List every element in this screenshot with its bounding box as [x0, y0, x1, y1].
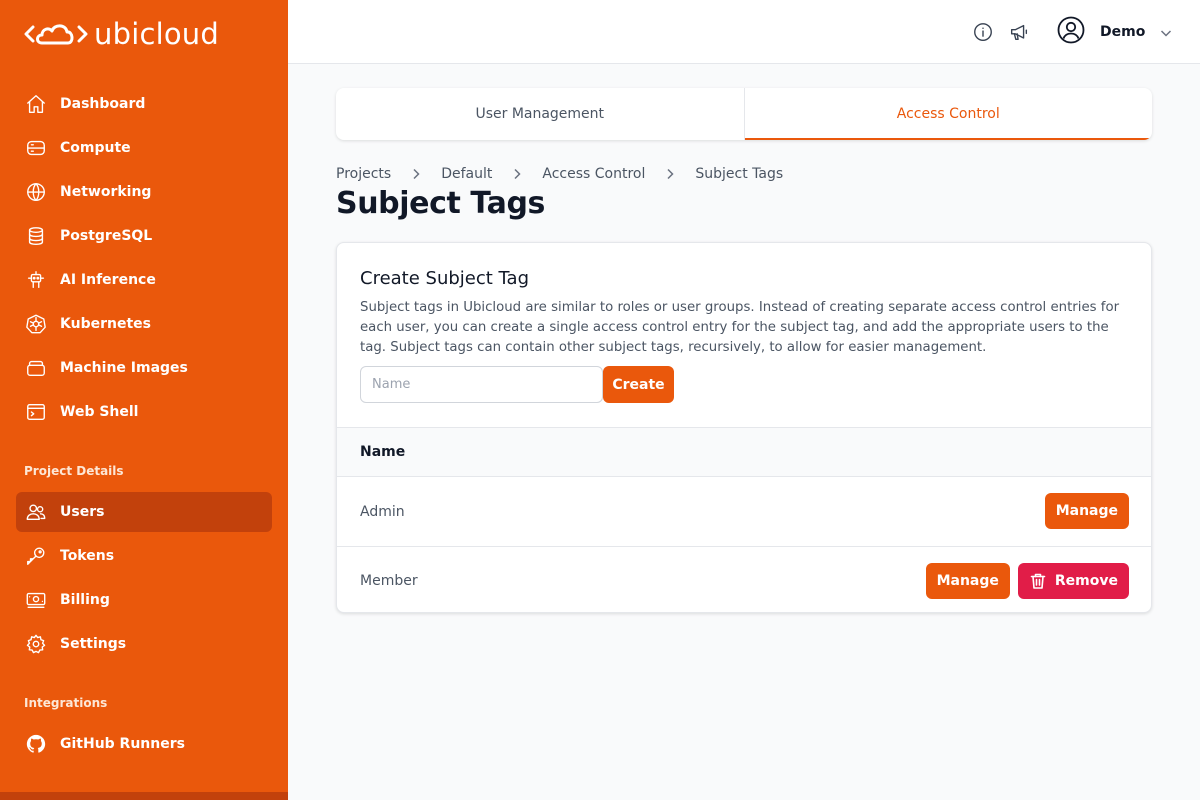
- section-label-project-details: Project Details: [24, 464, 124, 478]
- server-icon: [24, 136, 48, 160]
- tab-access-control[interactable]: Access Control: [743, 88, 1153, 140]
- stack-icon: [24, 356, 48, 380]
- sidebar-item-machine-images[interactable]: Machine Images: [16, 348, 272, 388]
- subject-tags-card: Create Subject Tag Subject tags in Ubicl…: [336, 242, 1152, 613]
- ubicloud-logo[interactable]: ubicloud: [24, 14, 219, 54]
- table-header-name: Name: [337, 427, 1151, 477]
- breadcrumb-subject-tags[interactable]: Subject Tags: [695, 166, 783, 182]
- github-icon: [24, 732, 48, 756]
- sidebar-item-billing[interactable]: Billing: [16, 580, 272, 620]
- user-circle-icon: [1056, 15, 1086, 49]
- sidebar-item-label: Tokens: [60, 548, 115, 564]
- sidebar-item-networking[interactable]: Networking: [16, 172, 272, 212]
- tag-name: Member: [360, 573, 418, 589]
- sidebar-item-tokens[interactable]: Tokens: [16, 536, 272, 576]
- sidebar-item-label: Compute: [60, 140, 131, 156]
- user-menu[interactable]: Demo: [1056, 16, 1173, 48]
- sidebar-item-label: Dashboard: [60, 96, 146, 112]
- sidebar-item-users[interactable]: Users: [16, 492, 272, 532]
- terminal-icon: [24, 400, 48, 424]
- top-bar: Demo: [288, 0, 1200, 64]
- users-icon: [24, 500, 48, 524]
- sidebar-item-label: Billing: [60, 592, 110, 608]
- create-section-description: Subject tags in Ubicloud are similar to …: [360, 300, 1120, 355]
- sidebar-item-compute[interactable]: Compute: [16, 128, 272, 168]
- sidebar-item-dashboard[interactable]: Dashboard: [16, 84, 272, 124]
- tag-name: Admin: [360, 503, 405, 520]
- create-button[interactable]: Create: [603, 366, 674, 403]
- tag-name-input[interactable]: [360, 366, 603, 403]
- sidebar-item-label: AI Inference: [60, 272, 156, 288]
- database-icon: [24, 224, 48, 248]
- sidebar-item-label: PostgreSQL: [60, 228, 153, 244]
- sidebar-item-label: Web Shell: [60, 404, 139, 420]
- sidebar-item-label: Settings: [60, 636, 127, 652]
- remove-label: Remove: [1054, 573, 1118, 589]
- breadcrumb: Projects Default Access Control Subject …: [336, 163, 783, 185]
- info-icon[interactable]: [971, 20, 995, 44]
- sidebar-item-settings[interactable]: Settings: [16, 624, 272, 664]
- gear-icon: [24, 632, 48, 656]
- breadcrumb-default[interactable]: Default: [441, 166, 492, 182]
- create-section-title: Create Subject Tag: [360, 268, 530, 289]
- manage-button[interactable]: Manage: [925, 563, 1010, 599]
- banknote-icon: [24, 588, 48, 612]
- row-actions: Manage: [1044, 493, 1129, 529]
- section-label-integrations: Integrations: [24, 696, 108, 710]
- sidebar-item-label: Networking: [60, 184, 152, 200]
- sidebar-item-github-runners[interactable]: GitHub Runners: [16, 724, 272, 764]
- robot-icon: [24, 268, 48, 292]
- sidebar-footer-strip: [0, 792, 288, 800]
- chevron-right-icon: [409, 167, 423, 181]
- sidebar-item-label: Machine Images: [60, 360, 188, 376]
- tab-user-management[interactable]: User Management: [336, 88, 744, 140]
- table-row: Admin Manage: [337, 477, 1151, 546]
- chevron-right-icon: [663, 167, 677, 181]
- sidebar-item-postgresql[interactable]: PostgreSQL: [16, 216, 272, 256]
- breadcrumb-access-control[interactable]: Access Control: [542, 166, 645, 182]
- sidebar-item-web-shell[interactable]: Web Shell: [16, 392, 272, 432]
- megaphone-icon[interactable]: [1007, 20, 1031, 44]
- sidebar-item-label: Users: [60, 504, 105, 520]
- user-name: Demo: [1100, 24, 1146, 40]
- chevron-down-icon: [1159, 25, 1173, 39]
- key-icon: [24, 544, 48, 568]
- globe-icon: [24, 180, 48, 204]
- sidebar-item-ai-inference[interactable]: AI Inference: [16, 260, 272, 300]
- remove-button[interactable]: Remove: [1017, 563, 1129, 599]
- sidebar-item-kubernetes[interactable]: Kubernetes: [16, 304, 272, 344]
- manage-button[interactable]: Manage: [1044, 493, 1129, 529]
- sidebar: ubicloud Dashboard Compute Networking Po…: [0, 0, 288, 800]
- row-actions: Manage Remove: [925, 563, 1129, 599]
- breadcrumb-projects[interactable]: Projects: [336, 166, 391, 182]
- table-row: Member Manage Remove: [337, 546, 1151, 612]
- page-title: Subject Tags: [336, 186, 546, 221]
- access-tabs: User Management Access Control: [336, 88, 1152, 140]
- sidebar-item-label: GitHub Runners: [60, 736, 185, 752]
- cloud-brackets-icon: [24, 24, 88, 45]
- trash-icon: [1029, 572, 1055, 590]
- kubernetes-icon: [24, 312, 48, 336]
- brand-name: ubicloud: [94, 17, 219, 51]
- home-icon: [24, 92, 48, 116]
- chevron-right-icon: [510, 167, 524, 181]
- sidebar-item-label: Kubernetes: [60, 316, 151, 332]
